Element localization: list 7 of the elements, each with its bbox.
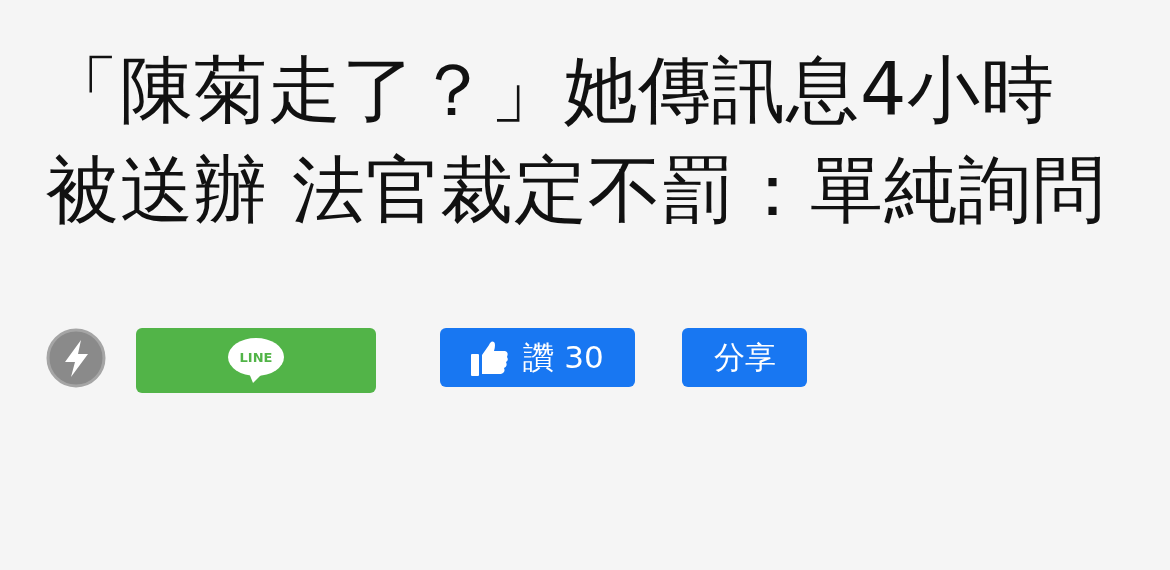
line-logo: LINE: [228, 338, 284, 383]
line-share-button[interactable]: LINE: [136, 328, 376, 393]
share-button[interactable]: 分享: [682, 328, 807, 387]
like-button[interactable]: 讚 30: [440, 328, 635, 387]
thumbs-up-icon: [471, 339, 510, 376]
lightning-icon[interactable]: [46, 328, 106, 388]
headline: 「陳菊走了？」她傳訊息4小時被送辦 法官裁定不罰：單純詢問: [46, 46, 1108, 234]
